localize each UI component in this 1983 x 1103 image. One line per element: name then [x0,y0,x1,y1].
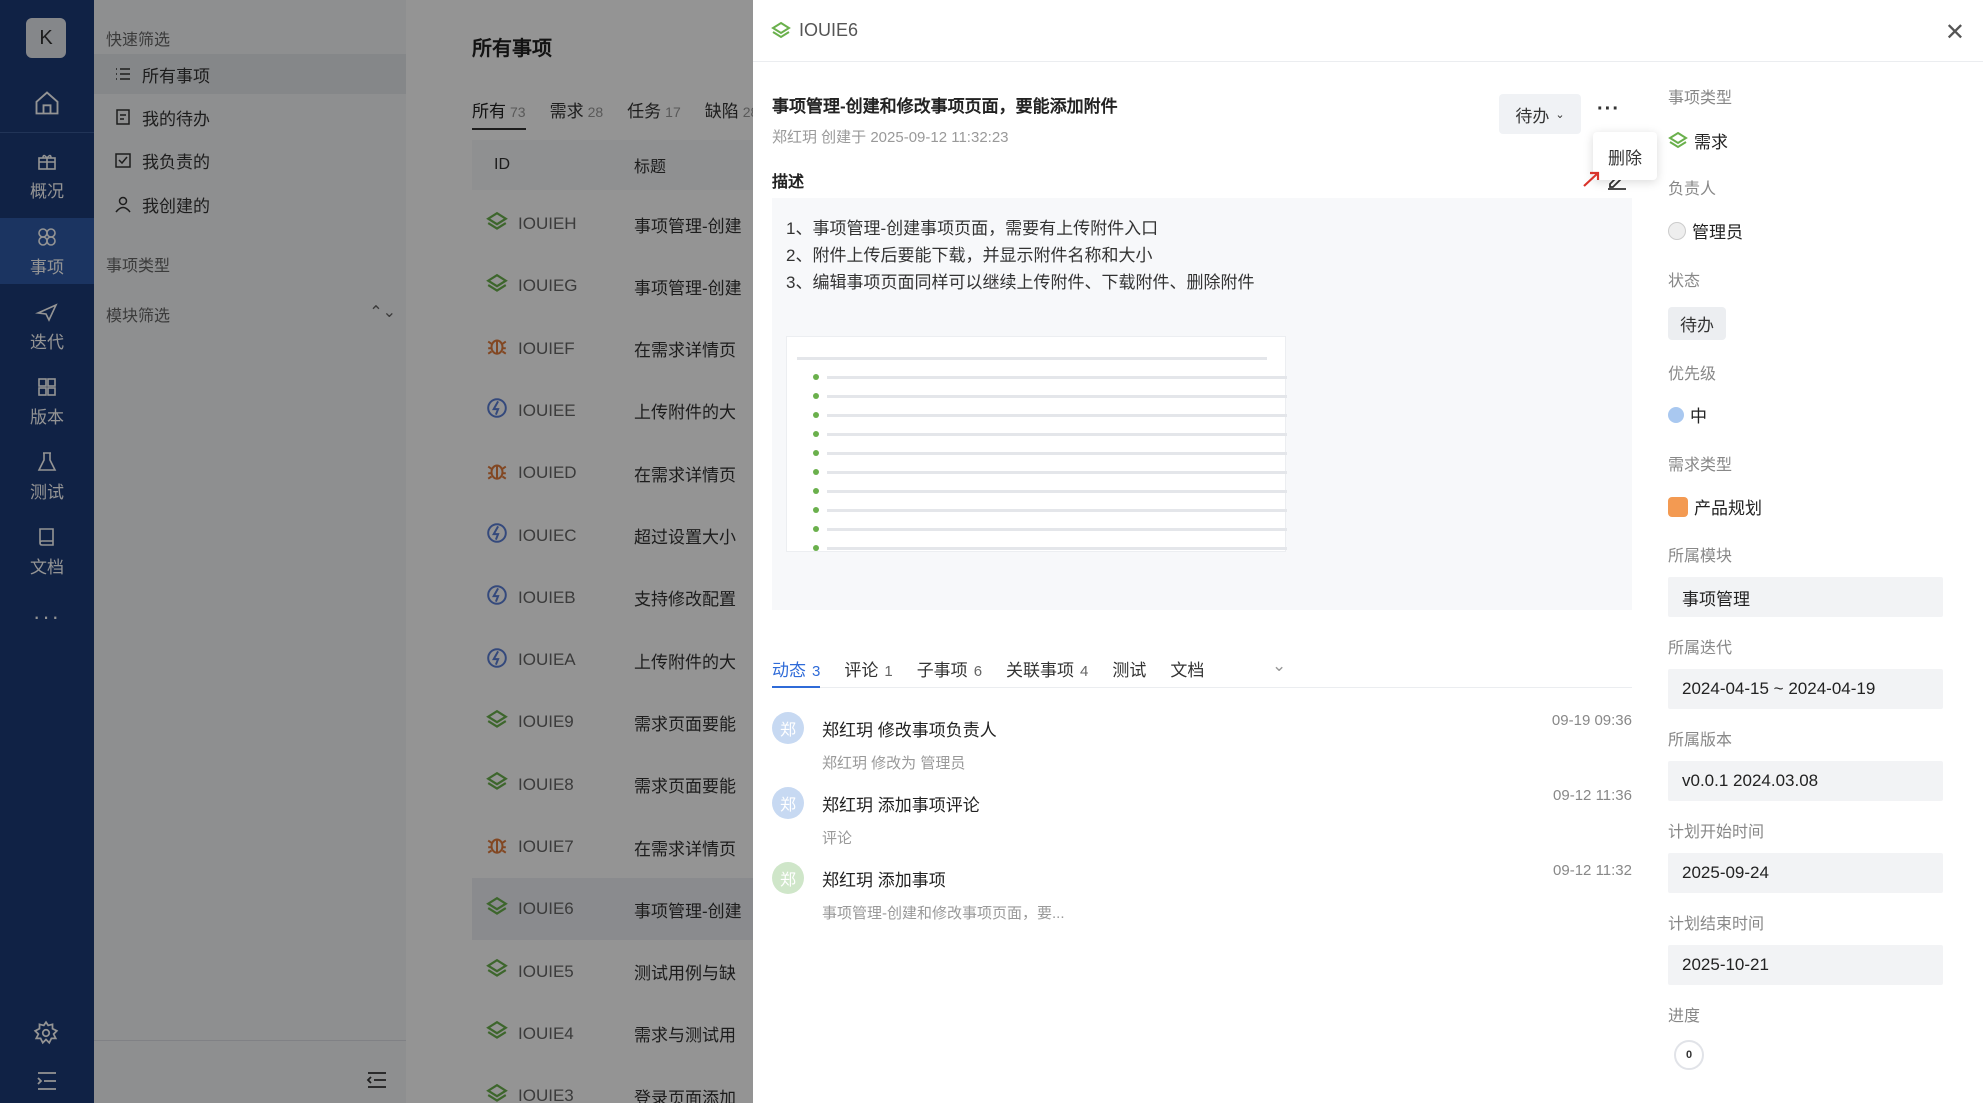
thumbnail-row-icon [813,450,819,456]
description-line: 3、编辑事项页面同样可以继续上传附件、下载附件、删除附件 [786,273,1255,292]
start-date-field[interactable]: 2025-09-24 [1668,853,1943,893]
status-label: 状态 [1668,273,1701,290]
status-label: 待办 [1515,106,1550,126]
item-detail-drawer: IOUIE6 ✕ 事项管理-创建和修改事项页面，要能添加附件 郑红玥 创建于 2… [753,0,1983,1103]
thumbnail-row [827,414,1287,417]
delete-menu-item[interactable]: 删除 [1593,132,1657,180]
req-type-label: 需求类型 [1668,457,1733,474]
tab-docs[interactable]: 文档 [1170,656,1204,687]
thumbnail-row [827,547,1287,550]
module-label: 所属模块 [1668,548,1733,565]
avatar: 郑 [772,712,804,744]
attachment-screenshot-thumbnail[interactable] [786,336,1287,552]
priority-label: 优先级 [1668,366,1717,383]
item-title[interactable]: 事项管理-创建和修改事项页面，要能添加附件 [772,92,1118,117]
version-label: 所属版本 [1668,732,1733,749]
thumbnail-row [827,509,1287,512]
avatar: 郑 [772,862,804,894]
req-type-value[interactable]: 产品规划 [1668,494,1762,519]
requirement-icon [1668,131,1688,148]
activity-time: 09-12 11:32 [1553,862,1632,879]
requirement-icon [771,21,791,38]
thumbnail-row [827,433,1287,436]
iteration-label: 所属迭代 [1668,640,1733,657]
start-date-label: 计划开始时间 [1668,824,1765,841]
tab-tests[interactable]: 测试 [1112,656,1146,687]
thumbnail-row-icon [813,469,819,475]
end-date-field[interactable]: 2025-10-21 [1668,945,1943,985]
tab-comments[interactable]: 评论 1 [844,656,892,687]
close-icon[interactable]: ✕ [1945,18,1965,47]
thumbnail-row [827,471,1287,474]
description-line: 2、附件上传后要能下载，并显示附件名称和大小 [786,246,1153,265]
activity-detail: 郑红玥 修改为 管理员 [822,755,966,772]
version-field[interactable]: v0.0.1 2024.03.08 [1668,761,1943,801]
tab-subitems[interactable]: 子事项 6 [917,656,982,687]
owner-label: 负责人 [1668,181,1717,198]
product-plan-icon [1668,496,1688,517]
status-dropdown[interactable]: 待办 ⌄ [1499,94,1581,134]
thumbnail-row [827,528,1287,531]
thumbnail-row [827,395,1287,398]
progress-ring[interactable]: 0 [1674,1040,1704,1070]
thumbnail-row-icon [813,374,819,380]
item-id: IOUIE6 [799,20,859,40]
thumbnail-row [827,452,1287,455]
thumbnail-row [797,357,1267,360]
activity-detail: 评论 [822,830,853,847]
chevron-down-icon: ⌄ [1555,108,1565,121]
iteration-field[interactable]: 2024-04-15 ~ 2024-04-19 [1668,669,1943,709]
thumbnail-row-icon [813,507,819,513]
status-badge[interactable]: 待办 [1668,307,1726,340]
activity-time: 09-19 09:36 [1551,712,1632,729]
thumbnail-row-icon [813,393,819,399]
avatar: 郑 [772,787,804,819]
activity-tabs: 动态 3 评论 1 子事项 6 关联事项 4 测试 文档 ⌄ [772,656,1632,688]
thumbnail-row-icon [813,488,819,494]
thumbnail-row-icon [813,526,819,532]
thumbnail-row-icon [813,412,819,418]
module-field[interactable]: 事项管理 [1668,577,1943,617]
end-date-label: 计划结束时间 [1668,916,1765,933]
chevron-down-icon[interactable]: ⌄ [1272,656,1286,676]
drawer-header: IOUIE6 [753,0,1983,62]
priority-value[interactable]: 中 [1668,402,1707,427]
tab-related-items[interactable]: 关联事项 4 [1006,656,1088,687]
activity-title: 郑红玥 修改事项负责人 [822,721,997,740]
item-meta: 郑红玥 创建于 2025-09-12 11:32:23 [772,129,1009,146]
activity-title: 郑红玥 添加事项 [822,871,946,890]
description-content[interactable]: 1、事项管理-创建事项页面，需要有上传附件入口 2、附件上传后要能下载，并显示附… [772,198,1632,610]
activity-time: 09-12 11:36 [1553,787,1632,804]
owner-value[interactable]: 管理员 [1668,218,1743,243]
more-actions-icon[interactable]: ··· [1597,98,1620,121]
thumbnail-row [827,376,1287,379]
thumbnail-row [827,490,1287,493]
thumbnail-row-icon [813,431,819,437]
priority-icon [1668,406,1684,423]
activity-detail: 事项管理-创建和修改事项页面，要... [822,905,1065,922]
thumbnail-row-icon [813,545,819,551]
arrow-icon [1582,170,1602,193]
activity-title: 郑红玥 添加事项评论 [822,796,980,815]
modal-overlay[interactable] [0,0,753,1103]
type-value[interactable]: 需求 [1668,128,1728,153]
tab-activity[interactable]: 动态 3 [772,656,821,688]
description-line: 1、事项管理-创建事项页面，需要有上传附件入口 [786,219,1159,238]
description-label: 描述 [772,174,805,191]
progress-label: 进度 [1668,1008,1701,1025]
avatar [1668,221,1686,240]
type-label: 事项类型 [1668,90,1733,107]
